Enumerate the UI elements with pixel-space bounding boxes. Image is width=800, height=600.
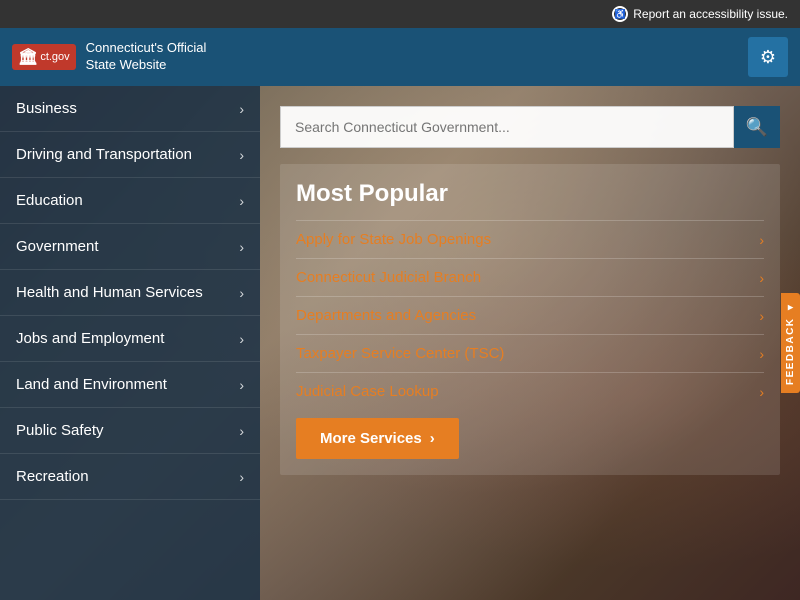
logo-area: 🏛 ct.gov Connecticut's Official State We… bbox=[12, 40, 206, 74]
search-button[interactable]: 🔍 bbox=[734, 106, 780, 148]
chevron-icon: › bbox=[239, 239, 244, 255]
sidebar-label-education: Education bbox=[16, 192, 83, 209]
sidebar-label-jobs: Jobs and Employment bbox=[16, 330, 164, 347]
most-popular-title: Most Popular bbox=[296, 180, 764, 208]
search-bar: 🔍 bbox=[280, 106, 780, 148]
popular-item-label-2: Departments and Agencies bbox=[296, 307, 476, 324]
chevron-icon: › bbox=[239, 423, 244, 439]
chevron-icon: › bbox=[239, 101, 244, 117]
arrow-icon: › bbox=[759, 346, 764, 362]
sidebar-label-health: Health and Human Services bbox=[16, 284, 203, 301]
main-content: Business › Driving and Transportation › … bbox=[0, 86, 800, 600]
feedback-wrapper: FEEDBACK ◂ bbox=[781, 293, 800, 393]
accessibility-text: Report an accessibility issue. bbox=[633, 7, 788, 21]
chevron-icon: › bbox=[239, 377, 244, 393]
arrow-icon: › bbox=[759, 308, 764, 324]
sidebar-item-business[interactable]: Business › bbox=[0, 86, 260, 132]
popular-item-0[interactable]: Apply for State Job Openings › bbox=[296, 220, 764, 258]
popular-item-4[interactable]: Judicial Case Lookup › bbox=[296, 372, 764, 410]
chevron-icon: › bbox=[239, 331, 244, 347]
feedback-label: FEEDBACK bbox=[785, 317, 796, 385]
sidebar-item-education[interactable]: Education › bbox=[0, 178, 260, 224]
chevron-icon: › bbox=[239, 469, 244, 485]
sidebar-item-recreation[interactable]: Recreation › bbox=[0, 454, 260, 500]
arrow-icon: › bbox=[759, 270, 764, 286]
sidebar-label-driving: Driving and Transportation bbox=[16, 146, 192, 163]
feedback-tab[interactable]: FEEDBACK ◂ bbox=[781, 293, 800, 393]
arrow-icon: › bbox=[759, 384, 764, 400]
search-icon: 🔍 bbox=[746, 117, 768, 138]
sidebar-item-driving[interactable]: Driving and Transportation › bbox=[0, 132, 260, 178]
sidebar-label-safety: Public Safety bbox=[16, 422, 104, 439]
sidebar-item-government[interactable]: Government › bbox=[0, 224, 260, 270]
popular-item-2[interactable]: Departments and Agencies › bbox=[296, 296, 764, 334]
sidebar-item-health[interactable]: Health and Human Services › bbox=[0, 270, 260, 316]
search-input[interactable] bbox=[280, 106, 734, 148]
sidebar-item-jobs[interactable]: Jobs and Employment › bbox=[0, 316, 260, 362]
popular-item-label-0: Apply for State Job Openings bbox=[296, 231, 491, 248]
sidebar-label-business: Business bbox=[16, 100, 77, 117]
more-services-arrow-icon: › bbox=[430, 430, 435, 447]
settings-button[interactable]: ⚙ bbox=[748, 37, 788, 77]
site-name-line2: State Website bbox=[86, 57, 207, 74]
sidebar-item-safety[interactable]: Public Safety › bbox=[0, 408, 260, 454]
chevron-icon: › bbox=[239, 285, 244, 301]
most-popular-section: Most Popular Apply for State Job Opening… bbox=[280, 164, 780, 475]
sidebar-nav: Business › Driving and Transportation › … bbox=[0, 86, 260, 600]
ct-logo: 🏛 ct.gov bbox=[12, 44, 76, 70]
sidebar-label-land: Land and Environment bbox=[16, 376, 167, 393]
accessibility-icon: ♿ bbox=[612, 6, 628, 22]
popular-item-label-3: Taxpayer Service Center (TSC) bbox=[296, 345, 504, 362]
accessibility-bar: ♿ Report an accessibility issue. bbox=[0, 0, 800, 28]
site-header: 🏛 ct.gov Connecticut's Official State We… bbox=[0, 28, 800, 86]
popular-item-label-1: Connecticut Judicial Branch bbox=[296, 269, 481, 286]
popular-item-3[interactable]: Taxpayer Service Center (TSC) › bbox=[296, 334, 764, 372]
chevron-icon: › bbox=[239, 193, 244, 209]
gov-label: ct.gov bbox=[40, 51, 69, 63]
more-services-button[interactable]: More Services › bbox=[296, 418, 459, 459]
feedback-arrow-icon: ◂ bbox=[785, 301, 796, 314]
content-panel: 🔍 Most Popular Apply for State Job Openi… bbox=[260, 86, 800, 600]
sidebar-item-land[interactable]: Land and Environment › bbox=[0, 362, 260, 408]
gear-icon: ⚙ bbox=[760, 47, 776, 68]
popular-item-1[interactable]: Connecticut Judicial Branch › bbox=[296, 258, 764, 296]
site-name: Connecticut's Official State Website bbox=[86, 40, 207, 74]
sidebar-label-government: Government bbox=[16, 238, 99, 255]
site-name-line1: Connecticut's Official bbox=[86, 40, 207, 57]
sidebar-label-recreation: Recreation bbox=[16, 468, 89, 485]
ct-icon: 🏛 bbox=[18, 47, 38, 67]
more-services-label: More Services bbox=[320, 430, 422, 447]
chevron-icon: › bbox=[239, 147, 244, 163]
arrow-icon: › bbox=[759, 232, 764, 248]
popular-item-label-4: Judicial Case Lookup bbox=[296, 383, 439, 400]
accessibility-link[interactable]: ♿ Report an accessibility issue. bbox=[612, 6, 788, 22]
